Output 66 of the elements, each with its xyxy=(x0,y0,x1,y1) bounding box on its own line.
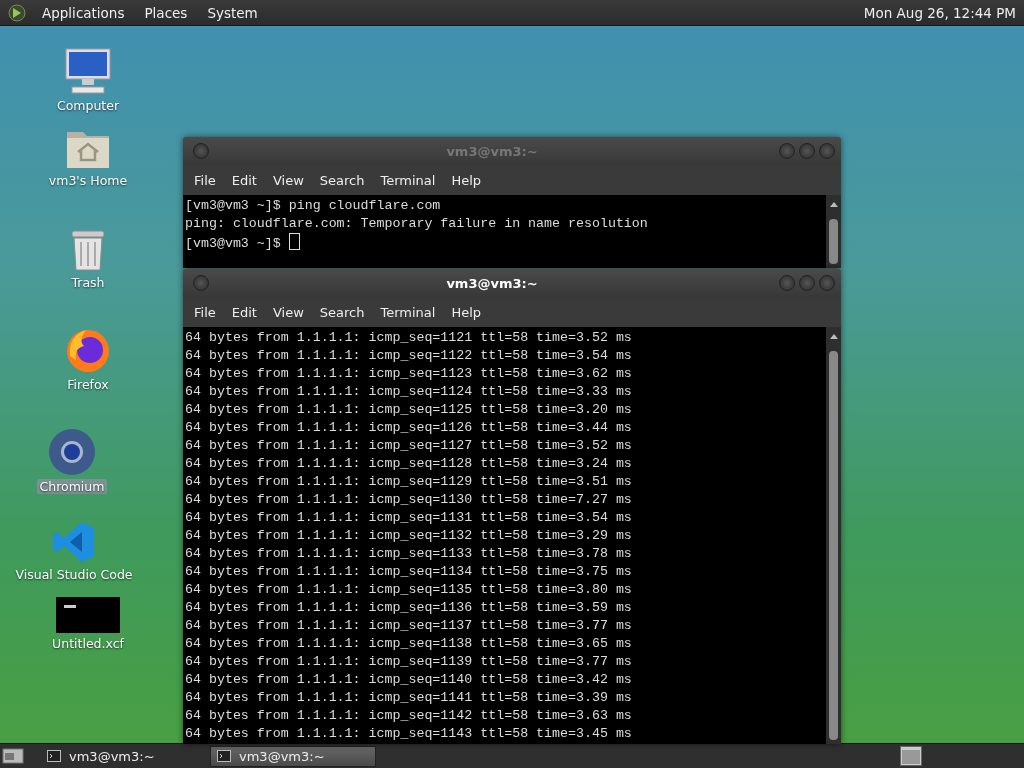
terminal-line: 64 bytes from 1.1.1.1: icmp_seq=1132 ttl=58 time=3.29 ms xyxy=(185,527,633,545)
terminal-line: ping: cloudflare.com: Temporary failure in name resolution xyxy=(185,215,649,233)
minimize-button[interactable] xyxy=(779,143,795,159)
menu-item[interactable]: Terminal xyxy=(373,168,443,192)
terminal-line: 64 bytes from 1.1.1.1: icmp_seq=1143 ttl=58 time=3.45 ms xyxy=(185,725,633,743)
terminal-line: 64 bytes from 1.1.1.1: icmp_seq=1129 ttl=58 time=3.51 ms xyxy=(185,473,633,491)
terminal-line: 64 bytes from 1.1.1.1: icmp_seq=1126 ttl=58 time=3.44 ms xyxy=(185,419,633,437)
menu-item[interactable]: View xyxy=(265,300,311,324)
terminal-line: [vm3@vm3 ~]$ ping cloudflare.com xyxy=(185,197,442,215)
terminal-icon xyxy=(217,750,231,762)
image-thumbnail-icon xyxy=(56,597,120,633)
taskbar-button[interactable]: vm3@vm3:~ xyxy=(210,745,376,767)
maximize-button[interactable] xyxy=(799,275,815,291)
window-title: vm3@vm3:~ xyxy=(445,143,539,159)
terminal-line: 64 bytes from 1.1.1.1: icmp_seq=1134 ttl=58 time=3.75 ms xyxy=(185,563,633,581)
window-title: vm3@vm3:~ xyxy=(445,275,539,291)
taskbar-button[interactable]: vm3@vm3:~ xyxy=(40,745,206,767)
terminal-line: 64 bytes from 1.1.1.1: icmp_seq=1121 ttl=58 time=3.52 ms xyxy=(185,329,633,347)
workspace-icon[interactable] xyxy=(900,746,922,766)
minimize-button[interactable] xyxy=(779,275,795,291)
terminal-line: 64 bytes from 1.1.1.1: icmp_seq=1124 ttl=58 time=3.33 ms xyxy=(185,383,633,401)
scrollbar[interactable] xyxy=(826,195,841,268)
close-button[interactable] xyxy=(819,275,835,291)
maximize-button[interactable] xyxy=(799,143,815,159)
terminal-line: 64 bytes from 1.1.1.1: icmp_seq=1123 ttl=58 time=3.62 ms xyxy=(185,365,633,383)
window-menu-button[interactable] xyxy=(193,275,209,291)
panel-menu[interactable]: Applications xyxy=(38,2,129,23)
clock[interactable]: Mon Aug 26, 12:44 PM xyxy=(863,4,1016,21)
terminal-line: 64 bytes from 1.1.1.1: icmp_seq=1135 ttl=58 time=3.80 ms xyxy=(185,581,633,599)
terminal-line: 64 bytes from 1.1.1.1: icmp_seq=1139 ttl=58 time=3.77 ms xyxy=(185,653,633,671)
terminal-line: 64 bytes from 1.1.1.1: icmp_seq=1142 ttl=58 time=3.63 ms xyxy=(185,707,633,725)
terminal-line: 64 bytes from 1.1.1.1: icmp_seq=1122 ttl=58 time=3.54 ms xyxy=(185,347,633,365)
terminal-line: 64 bytes from 1.1.1.1: icmp_seq=1141 ttl=58 time=3.39 ms xyxy=(185,689,633,707)
computer-icon xyxy=(64,47,112,95)
trash-icon xyxy=(69,228,107,272)
show-desktop-icon[interactable] xyxy=(2,747,24,765)
terminal-line: 64 bytes from 1.1.1.1: icmp_seq=1140 ttl=58 time=3.42 ms xyxy=(185,671,633,689)
menu-item[interactable]: File xyxy=(187,300,223,324)
menu-item[interactable]: Help xyxy=(444,168,489,192)
terminal-line: 64 bytes from 1.1.1.1: icmp_seq=1127 ttl=58 time=3.52 ms xyxy=(185,437,633,455)
menu-item[interactable]: Search xyxy=(312,168,372,192)
terminal-line: 64 bytes from 1.1.1.1: icmp_seq=1133 ttl=58 time=3.78 ms xyxy=(185,545,633,563)
menu-item[interactable]: View xyxy=(265,168,311,192)
terminal-line: 64 bytes from 1.1.1.1: icmp_seq=1128 ttl=58 time=3.24 ms xyxy=(185,455,633,473)
menu-item[interactable]: Edit xyxy=(224,300,264,324)
menu-item[interactable]: File xyxy=(187,168,223,192)
terminal-line: 64 bytes from 1.1.1.1: icmp_seq=1130 ttl=58 time=7.27 ms xyxy=(185,491,633,509)
panel-menu[interactable]: Places xyxy=(140,2,192,23)
code-editor-icon xyxy=(52,520,96,564)
menu-item[interactable]: Terminal xyxy=(373,300,443,324)
menu-item[interactable]: Edit xyxy=(224,168,264,192)
terminal-line: 64 bytes from 1.1.1.1: icmp_seq=1138 ttl=58 time=3.65 ms xyxy=(185,635,633,653)
terminal-line: 64 bytes from 1.1.1.1: icmp_seq=1125 ttl=58 time=3.20 ms xyxy=(185,401,633,419)
menu-item[interactable]: Help xyxy=(444,300,489,324)
menu-item[interactable]: Search xyxy=(312,300,372,324)
panel-menu[interactable]: System xyxy=(203,2,262,23)
close-button[interactable] xyxy=(819,143,835,159)
terminal-line: [vm3@vm3 ~]$ xyxy=(185,236,282,251)
scrollbar[interactable] xyxy=(826,327,841,744)
terminal-line: 64 bytes from 1.1.1.1: icmp_seq=1137 ttl=58 time=3.77 ms xyxy=(185,617,633,635)
terminal-line: 64 bytes from 1.1.1.1: icmp_seq=1136 ttl=58 time=3.59 ms xyxy=(185,599,633,617)
desktop-icon-label[interactable]: Computer xyxy=(53,98,123,113)
terminal-line: 64 bytes from 1.1.1.1: icmp_seq=1131 ttl=58 time=3.54 ms xyxy=(185,509,633,527)
terminal-icon xyxy=(47,750,61,762)
logo-icon[interactable] xyxy=(8,3,26,22)
window-menu-button[interactable] xyxy=(193,143,209,159)
